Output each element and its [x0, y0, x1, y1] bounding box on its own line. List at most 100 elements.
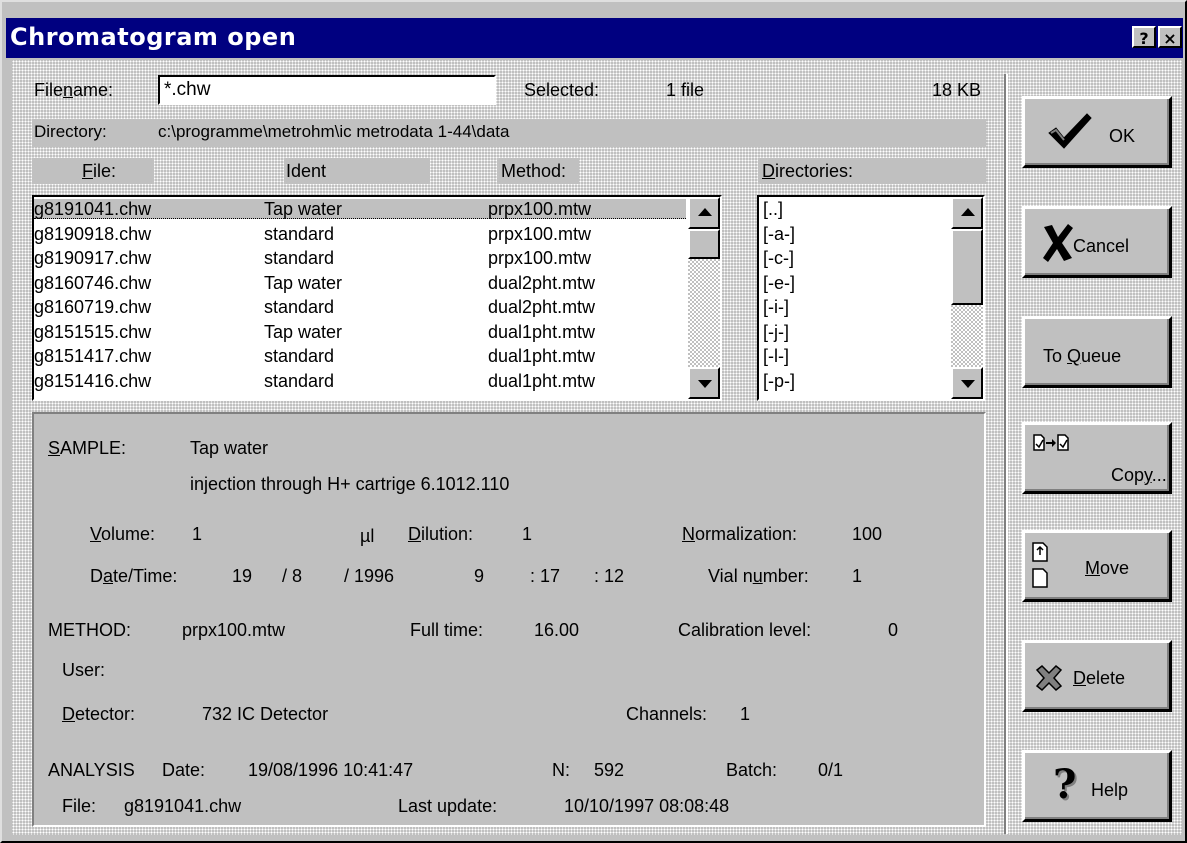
file-name[interactable]: g8160746.chw	[34, 273, 151, 293]
column-header-file[interactable]: File:	[32, 158, 154, 184]
file-name[interactable]: g8151417.chw	[34, 346, 151, 366]
directory-item[interactable]: [-e-]	[763, 273, 795, 293]
file-ident[interactable]: Tap water	[264, 322, 342, 342]
move-button[interactable]: Move	[1022, 530, 1172, 602]
n-value: 592	[594, 760, 625, 780]
file-method[interactable]: dual2pht.mtw	[488, 297, 595, 317]
file-ident[interactable]: standard	[264, 371, 334, 391]
selected-label: Selected:	[524, 80, 600, 100]
ok-label: OK	[1109, 126, 1136, 146]
file-method[interactable]: prpx100.mtw	[488, 224, 591, 244]
detector-value: 732 IC Detector	[202, 704, 329, 724]
scroll-thumb[interactable]	[688, 229, 720, 259]
sample-label: SAMPLE:	[48, 438, 127, 458]
file-ident[interactable]: standard	[264, 248, 334, 268]
n-label: N:	[552, 760, 570, 780]
dir-scroll-up-button[interactable]	[951, 197, 983, 229]
help-label: Help	[1091, 780, 1129, 800]
file-method[interactable]: prpx100.mtw	[488, 199, 591, 219]
file-label: File:	[62, 796, 97, 816]
directory-item[interactable]: [-c-]	[763, 248, 794, 268]
directory-label: Directory:	[34, 122, 107, 141]
file-name[interactable]: g8151416.chw	[34, 371, 151, 391]
dir-scrollbar[interactable]	[951, 197, 983, 399]
fulltime-value: 16.00	[534, 620, 580, 640]
datetime-label: Date/Time:	[90, 566, 178, 586]
delete-label: Delete	[1073, 668, 1126, 688]
directory-item[interactable]: [-i-]	[763, 297, 789, 317]
help-title-button[interactable]: ?	[1132, 26, 1156, 48]
to-queue-label: To Queue	[1043, 346, 1122, 366]
dir-scroll-thumb[interactable]	[951, 229, 983, 305]
cancel-button[interactable]: Cancel	[1022, 206, 1172, 278]
method-value: prpx100.mtw	[182, 620, 286, 640]
copy-button[interactable]: Copy...	[1022, 422, 1172, 494]
directory-item[interactable]: [-j-]	[763, 322, 789, 342]
arrow-up-icon	[961, 208, 975, 216]
file-name[interactable]: g8190917.chw	[34, 248, 151, 268]
directory-item[interactable]: [-a-]	[763, 224, 795, 244]
file-ident[interactable]: Tap water	[264, 273, 342, 293]
date-month: / 8	[282, 566, 303, 586]
directory-item[interactable]: [-l-]	[763, 346, 789, 366]
file-method[interactable]: prpx100.mtw	[488, 248, 591, 268]
detector-label: Detector:	[62, 704, 136, 724]
title-bar[interactable]: Chromatogram open ? ×	[6, 18, 1183, 58]
file-method[interactable]: dual1pht.mtw	[488, 322, 595, 342]
calibration-level-value: 0	[888, 620, 899, 640]
copy-files-icon	[1033, 434, 1069, 451]
column-header-ident[interactable]: Ident	[284, 158, 430, 184]
arrow-up-icon	[698, 208, 712, 216]
filename-input[interactable]	[158, 75, 496, 105]
arrow-down-icon	[961, 380, 975, 388]
file-method[interactable]: dual1pht.mtw	[488, 346, 595, 366]
normalization-value: 100	[852, 524, 883, 544]
file-ident[interactable]: standard	[264, 224, 334, 244]
dir-scroll-down-button[interactable]	[951, 367, 983, 399]
file-name[interactable]: g8151515.chw	[34, 322, 151, 342]
copy-label: Copy...	[1111, 465, 1167, 485]
vial-number-label: Vial number:	[708, 566, 809, 586]
to-queue-button[interactable]: To Queue	[1022, 316, 1172, 388]
file-ident[interactable]: standard	[264, 297, 334, 317]
move-label: Move	[1085, 558, 1130, 578]
delete-button[interactable]: Delete	[1022, 640, 1172, 712]
time-hour: 9	[474, 566, 485, 586]
time-minute: : 17	[530, 566, 561, 586]
move-files-icon	[1032, 542, 1048, 588]
normalization-label: Normalization:	[682, 524, 798, 544]
file-ident[interactable]: standard	[264, 346, 334, 366]
channels-value: 1	[740, 704, 751, 724]
volume-value: 1	[192, 524, 203, 544]
file-method[interactable]: dual2pht.mtw	[488, 273, 595, 293]
directory-item[interactable]: [..]	[763, 199, 783, 219]
scroll-up-button[interactable]	[688, 197, 720, 229]
ok-button[interactable]: OK	[1022, 96, 1172, 168]
date-year: / 1996	[344, 566, 395, 586]
channels-label: Channels:	[626, 704, 708, 724]
batch-label: Batch:	[726, 760, 778, 780]
close-button[interactable]: ×	[1158, 26, 1182, 48]
file-list[interactable]: g8191041.chw Tap water prpx100.mtw g8190918…	[32, 195, 722, 401]
directories-list[interactable]: [..] [-a-] [-c-] [-e-] [-i-] [-j-] [-l-] [-p-]	[757, 195, 985, 401]
column-header-method[interactable]: Method:	[497, 158, 579, 184]
help-button[interactable]: ? Help	[1022, 750, 1172, 822]
file-ident[interactable]: Tap water	[264, 199, 342, 219]
sample-name: Tap water	[190, 438, 269, 458]
analysis-date-value: 19/08/1996 10:41:47	[248, 760, 414, 780]
method-label: METHOD:	[48, 620, 131, 640]
cancel-label: Cancel	[1073, 236, 1130, 256]
scroll-down-button[interactable]	[688, 367, 720, 399]
file-name[interactable]: g8160719.chw	[34, 297, 151, 317]
selected-count: 1 file	[666, 80, 705, 100]
last-update-label: Last update:	[398, 796, 498, 816]
file-name[interactable]: g8190918.chw	[34, 224, 151, 244]
analysis-date-label: Date:	[162, 760, 206, 780]
file-method[interactable]: dual1pht.mtw	[488, 371, 595, 391]
time-second: : 12	[594, 566, 625, 586]
directory-item[interactable]: [-p-]	[763, 371, 795, 391]
sample-description: injection through H+ cartrige 6.1012.110	[190, 474, 510, 494]
details-panel: SAMPLE: Tap water injection through H+ c…	[32, 412, 986, 827]
file-name[interactable]: g8191041.chw	[34, 199, 151, 219]
file-list-scrollbar[interactable]	[688, 197, 720, 399]
